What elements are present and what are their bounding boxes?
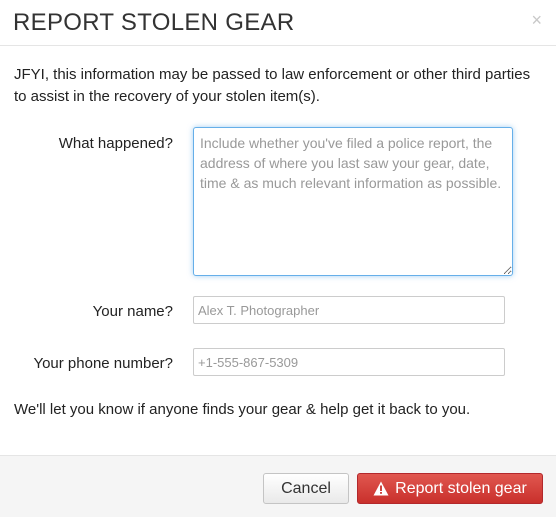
intro-text: JFYI, this information may be passed to … [14, 66, 531, 105]
report-stolen-gear-dialog: REPORT STOLEN GEAR × JFYI, this informat… [0, 0, 556, 517]
phone-input[interactable] [193, 348, 505, 376]
your-name-input[interactable] [193, 296, 505, 324]
phone-label: Your phone number? [33, 355, 173, 372]
report-stolen-gear-button[interactable]: Report stolen gear [357, 473, 543, 504]
warning-icon [373, 481, 389, 496]
dialog-title: REPORT STOLEN GEAR [13, 9, 295, 36]
your-name-label: Your name? [92, 303, 173, 320]
what-happened-textarea[interactable] [193, 127, 513, 276]
close-icon[interactable]: × [531, 11, 542, 29]
cancel-button-label: Cancel [281, 479, 331, 497]
report-button-label: Report stolen gear [395, 479, 527, 497]
cancel-button[interactable]: Cancel [263, 473, 349, 504]
dialog-header: REPORT STOLEN GEAR × [0, 0, 556, 46]
dialog-footer: Cancel Report stolen gear [0, 455, 556, 517]
what-happened-label: What happened? [58, 135, 173, 152]
follow-up-note: We'll let you know if anyone finds your … [14, 401, 471, 418]
